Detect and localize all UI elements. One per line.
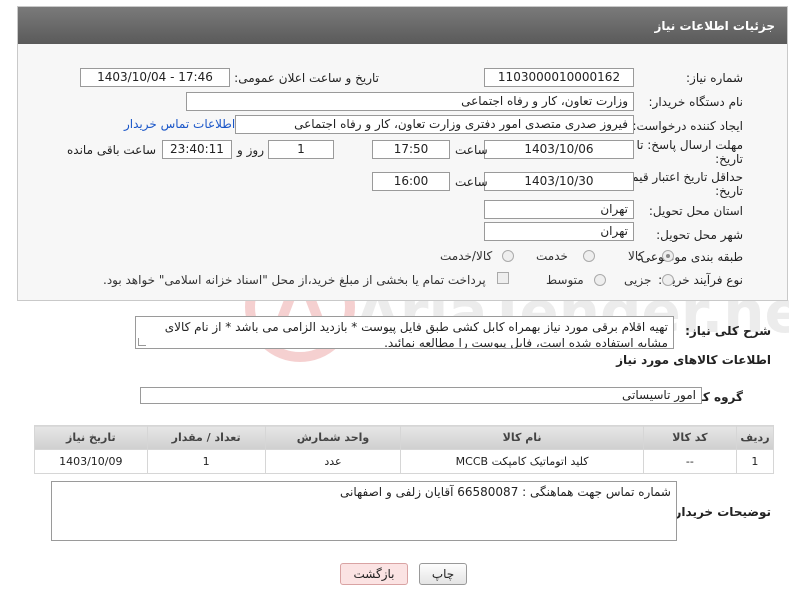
cell-date: 1403/10/09 <box>34 449 148 474</box>
announce-datetime-field: 1403/10/04 - 17:46 <box>80 68 230 87</box>
category-service-label: خدمت <box>536 249 568 263</box>
city-field: تهران <box>484 222 634 241</box>
price-validity-time-field: 16:00 <box>372 172 450 191</box>
category-radio-goods[interactable] <box>662 250 674 262</box>
days-label: روز و <box>237 143 264 157</box>
requester-field: فیروز صدری متصدی امور دفتری وزارت تعاون،… <box>235 115 634 134</box>
back-button[interactable]: بازگشت <box>340 563 408 585</box>
print-button[interactable]: چاپ <box>419 563 467 585</box>
province-field: تهران <box>484 200 634 219</box>
buyer-contact-link[interactable]: اطلاعات تماس خریدار <box>124 117 235 131</box>
process-radio-minor[interactable] <box>662 274 674 286</box>
announce-label: تاریخ و ساعت اعلان عمومی: <box>234 71 379 85</box>
goods-section-title: اطلاعات کالاهای مورد نیاز <box>616 353 771 367</box>
buyer-org-field: وزارت تعاون، کار و رفاه اجتماعی <box>186 92 634 111</box>
col-qty: تعداد / مقدار <box>146 425 266 450</box>
cell-index: 1 <box>735 449 775 474</box>
page-title: جزئیات اطلاعات نیاز <box>654 19 775 33</box>
cell-qty: 1 <box>146 449 266 474</box>
category-radio-goods-service[interactable] <box>502 250 514 262</box>
category-goods-service-label: کالا/خدمت <box>440 249 493 263</box>
buyer-notes-label: توضیحات خریدار: <box>669 505 771 519</box>
resize-grip-icon[interactable] <box>138 338 146 346</box>
deadline-date-field: 1403/10/06 <box>484 140 634 159</box>
col-date: تاریخ نیاز <box>34 425 148 450</box>
category-label: طبقه بندی موضوعی: <box>636 250 743 264</box>
col-name: نام کالا <box>400 425 644 450</box>
requester-label: ایجاد کننده درخواست: <box>632 119 743 133</box>
remaining-days-field: 1 <box>268 140 334 159</box>
deadline-label: مهلت ارسال پاسخ: تا <box>636 138 743 152</box>
process-medium-label: متوسط <box>546 273 584 287</box>
city-label: شهر محل تحویل: <box>656 228 743 242</box>
need-number-field: 1103000010000162 <box>484 68 634 87</box>
cell-name: کلید اتوماتیک کامپکت MCCB <box>400 449 644 474</box>
col-code: کد کالا <box>642 425 737 450</box>
price-validity-date-field: 1403/10/30 <box>484 172 634 191</box>
remaining-time-field: 23:40:11 <box>162 140 232 159</box>
category-radio-service[interactable] <box>583 250 595 262</box>
panel-header: جزئیات اطلاعات نیاز <box>18 7 787 44</box>
price-validity-date-label: تاریخ: <box>715 184 743 198</box>
col-unit: واحد شمارش <box>264 425 402 450</box>
goods-table-header: ردیف کد کالا نام کالا واحد شمارش تعداد /… <box>34 425 775 450</box>
description-textarea: تهیه اقلام برقی مورد نیاز بهمراه کابل کش… <box>135 316 674 349</box>
goods-table: ردیف کد کالا نام کالا واحد شمارش تعداد /… <box>34 425 775 474</box>
treasury-payment-checkbox[interactable] <box>497 272 509 284</box>
table-row: 1 -- کلید اتوماتیک کامپکت MCCB عدد 1 140… <box>34 449 775 474</box>
province-label: استان محل تحویل: <box>648 204 743 218</box>
price-validity-time-label: ساعت <box>455 175 488 189</box>
treasury-payment-note: پرداخت تمام یا بخشی از مبلغ خرید،از محل … <box>103 273 486 287</box>
category-goods-label: کالا <box>628 249 645 263</box>
col-index: ردیف <box>735 425 775 450</box>
description-text: تهیه اقلام برقی مورد نیاز بهمراه کابل کش… <box>164 320 668 349</box>
cell-code: -- <box>642 449 737 474</box>
process-radio-medium[interactable] <box>594 274 606 286</box>
deadline-time-field: 17:50 <box>372 140 450 159</box>
need-number-label: شماره نیاز: <box>686 71 743 85</box>
remaining-label: ساعت باقی مانده <box>67 143 157 157</box>
buyer-notes-textarea: شماره تماس جهت هماهنگی : 66580087 آقایان… <box>51 481 677 541</box>
process-minor-label: جزیی <box>624 273 652 287</box>
deadline-date-label: تاریخ: <box>715 152 743 166</box>
buyer-notes-text: شماره تماس جهت هماهنگی : 66580087 آقایان… <box>340 485 671 499</box>
cell-unit: عدد <box>264 449 402 474</box>
goods-group-field: امور تاسیساتی <box>140 387 702 404</box>
description-label: شرح کلی نیاز: <box>685 324 771 338</box>
buyer-org-label: نام دستگاه خریدار: <box>648 95 744 109</box>
deadline-time-label: ساعت <box>455 143 488 157</box>
